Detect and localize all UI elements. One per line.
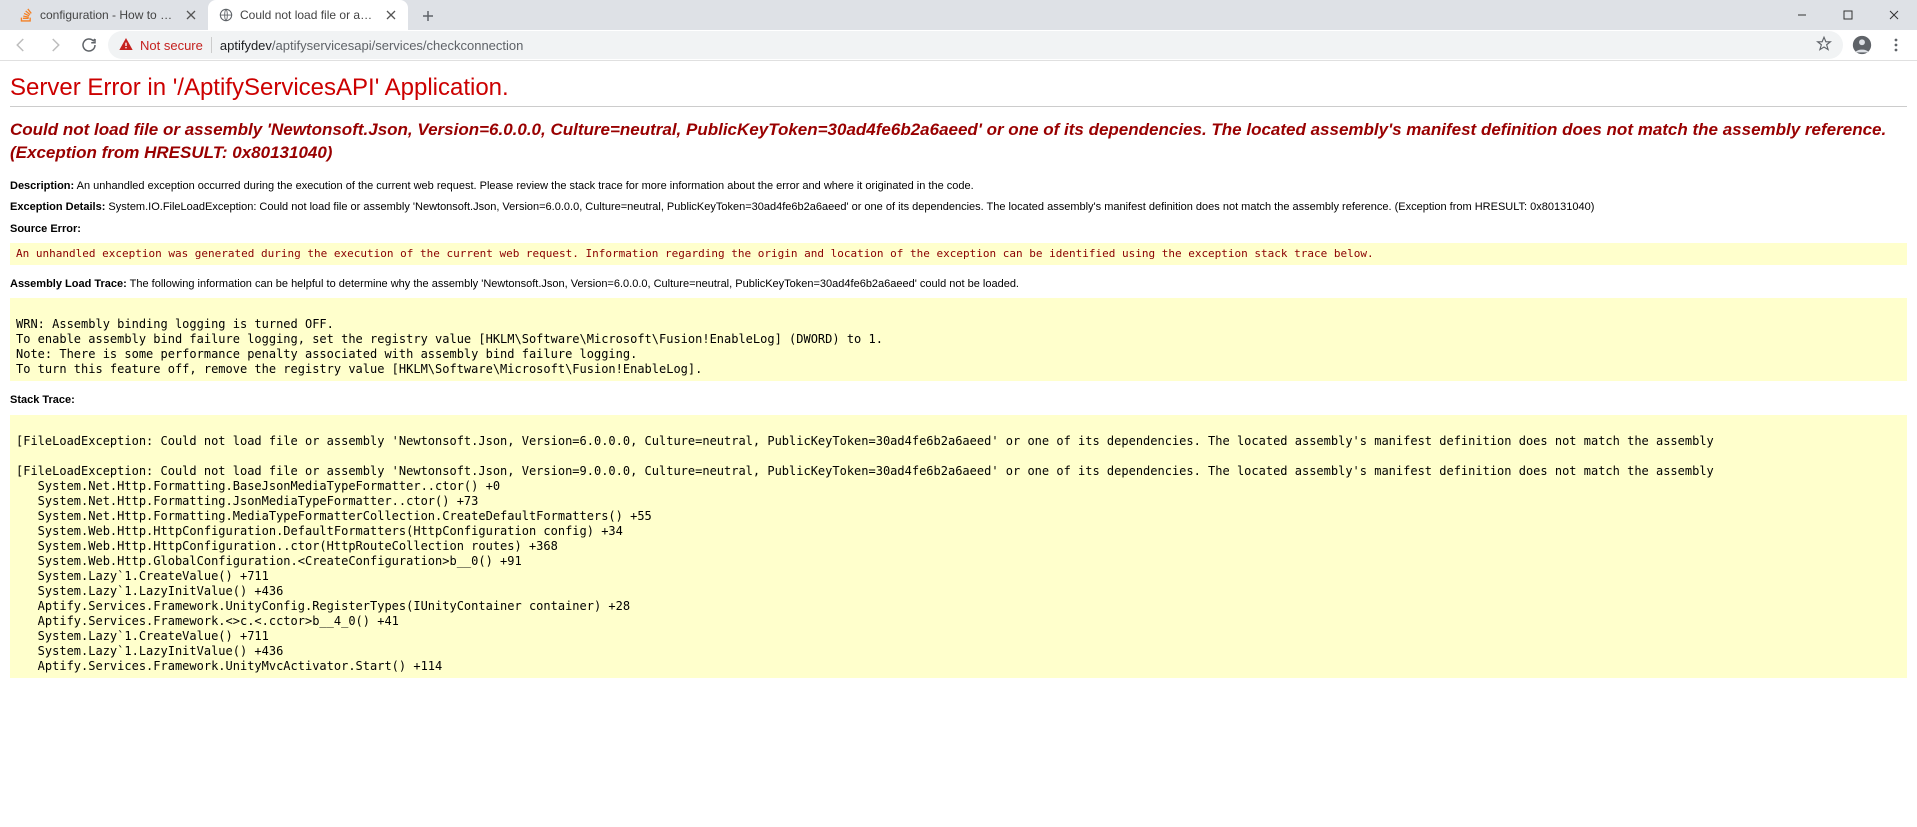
separator [211, 37, 212, 53]
minimize-button[interactable] [1779, 0, 1825, 30]
divider [10, 106, 1907, 107]
page-viewport[interactable]: Server Error in '/AptifyServicesAPI' App… [0, 58, 1917, 827]
exception-details-text: System.IO.FileLoadException: Could not l… [108, 201, 1594, 213]
exception-details-label: Exception Details: [10, 201, 105, 213]
description-row: Description: An unhandled exception occu… [10, 179, 1907, 194]
error-page: Server Error in '/AptifyServicesAPI' App… [0, 58, 1917, 710]
browser-toolbar: Not secure aptifydev/aptifyservicesapi/s… [0, 30, 1917, 61]
profile-button[interactable] [1847, 30, 1877, 60]
reload-button[interactable] [74, 30, 104, 60]
error-title: Server Error in '/AptifyServicesAPI' App… [10, 74, 1907, 102]
tab-stackoverflow[interactable]: configuration - How to disable "c [8, 0, 208, 30]
address-bar[interactable]: Not secure aptifydev/aptifyservicesapi/s… [108, 31, 1843, 59]
not-secure-label: Not secure [140, 38, 203, 53]
close-window-button[interactable] [1871, 0, 1917, 30]
tab-strip: configuration - How to disable "c Could … [0, 0, 1917, 30]
close-icon[interactable] [184, 8, 198, 22]
not-secure-indicator[interactable]: Not secure [118, 36, 203, 55]
tab-error-page[interactable]: Could not load file or assembly 'I [208, 0, 408, 30]
assembly-load-trace-text: The following information can be helpful… [130, 278, 1019, 290]
description-label: Description: [10, 180, 74, 192]
globe-icon [218, 7, 234, 23]
source-error-row: Source Error: [10, 222, 1907, 237]
close-icon[interactable] [384, 8, 398, 22]
tab-title: configuration - How to disable "c [40, 8, 178, 22]
forward-button[interactable] [40, 30, 70, 60]
browser-chrome: configuration - How to disable "c Could … [0, 0, 1917, 58]
assembly-load-trace-label: Assembly Load Trace: [10, 278, 127, 290]
stack-trace-label: Stack Trace: [10, 394, 75, 406]
error-subtitle: Could not load file or assembly 'Newtons… [10, 119, 1907, 165]
warning-icon [118, 36, 134, 55]
stack-trace-row: Stack Trace: [10, 393, 1907, 408]
tab-title: Could not load file or assembly 'I [240, 8, 378, 22]
description-text: An unhandled exception occurred during t… [77, 180, 974, 192]
assembly-load-trace-row: Assembly Load Trace: The following infor… [10, 277, 1907, 292]
window-controls [1779, 0, 1917, 30]
stackoverflow-icon [18, 7, 34, 23]
url-display: aptifydev/aptifyservicesapi/services/che… [220, 38, 524, 53]
exception-details-row: Exception Details: System.IO.FileLoadExc… [10, 200, 1907, 215]
bookmark-star-icon[interactable] [1815, 35, 1833, 56]
source-error-label: Source Error: [10, 223, 81, 235]
stack-trace-box: [FileLoadException: Could not load file … [10, 415, 1907, 678]
maximize-button[interactable] [1825, 0, 1871, 30]
new-tab-button[interactable] [414, 2, 442, 30]
assembly-load-trace-box: WRN: Assembly binding logging is turned … [10, 298, 1907, 381]
back-button[interactable] [6, 30, 36, 60]
source-error-box: An unhandled exception was generated dur… [10, 243, 1907, 265]
menu-button[interactable] [1881, 30, 1911, 60]
